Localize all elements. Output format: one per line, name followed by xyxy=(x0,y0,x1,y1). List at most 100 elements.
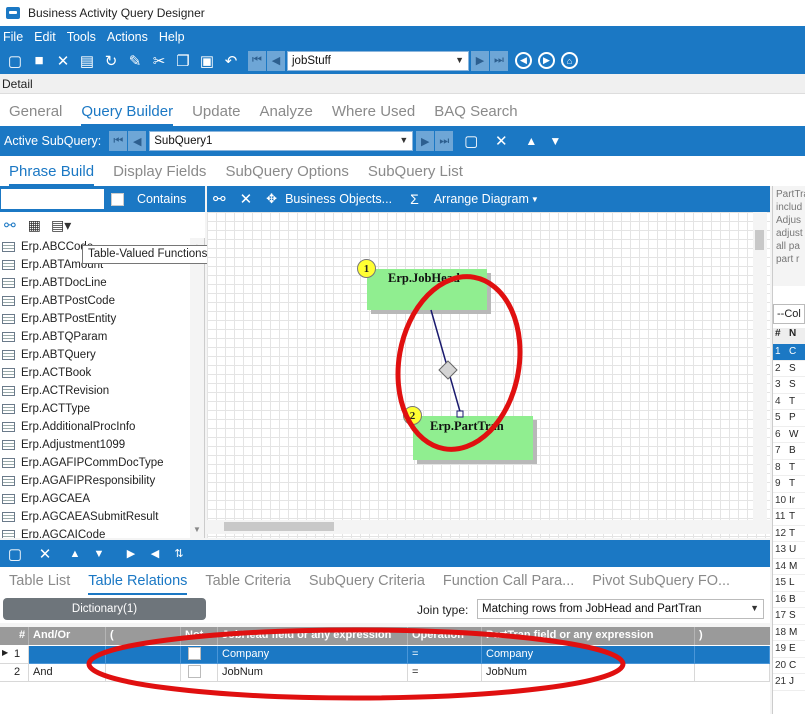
tab-subquery-options[interactable]: SubQuery Options xyxy=(225,163,348,186)
column-grid-row[interactable]: 10 Ir xyxy=(773,493,805,509)
tab-table-list[interactable]: Table List xyxy=(9,573,70,595)
move-up-icon[interactable]: ▲ xyxy=(520,130,542,152)
list-item[interactable]: Erp.AGAFIPResponsibility xyxy=(0,472,190,490)
tab-analyze[interactable]: Analyze xyxy=(259,103,312,126)
column-grid-row[interactable]: 11 T xyxy=(773,509,805,526)
column-grid-row[interactable]: 6W xyxy=(773,427,805,443)
delete-icon[interactable]: ✕ xyxy=(240,190,253,208)
clear-icon[interactable]: ✎ xyxy=(124,50,146,72)
last-subquery-icon[interactable]: ⏭ xyxy=(435,131,454,151)
tab-pivot-subquery[interactable]: Pivot SubQuery FO... xyxy=(592,573,730,595)
menu-tools[interactable]: Tools xyxy=(67,30,96,44)
diagram-vscrollbar[interactable] xyxy=(753,212,767,520)
prev-record-icon[interactable]: ◀ xyxy=(267,50,285,71)
undo-icon[interactable]: ↶ xyxy=(220,50,242,72)
tab-phrase-build[interactable]: Phrase Build xyxy=(9,163,95,186)
column-grid-row[interactable]: 9T xyxy=(773,476,805,493)
clipboard-icon[interactable]: ▤ xyxy=(76,50,98,72)
tab-baq-search[interactable]: BAQ Search xyxy=(434,103,517,126)
table-valued-functions-icon[interactable]: ▤▾ xyxy=(51,217,71,234)
paste-icon[interactable]: ▣ xyxy=(196,50,218,72)
column-grid-row[interactable]: 5P xyxy=(773,410,805,427)
column-grid-row[interactable]: 8T xyxy=(773,460,805,476)
indent-icon[interactable]: ▶ xyxy=(120,543,142,565)
list-item[interactable]: Erp.AdditionalProcInfo xyxy=(0,418,190,436)
diagram-canvas[interactable]: Erp.JobHead 1 Erp.PartTran 2 xyxy=(207,212,770,538)
next-record-icon[interactable]: ▶ xyxy=(471,50,489,71)
tab-query-builder[interactable]: Query Builder xyxy=(81,103,174,126)
menu-help[interactable]: Help xyxy=(159,30,185,44)
link-icon[interactable]: ⚯ xyxy=(4,217,16,234)
arrange-diagram-button[interactable]: Arrange Diagram xyxy=(434,192,529,206)
forward-icon[interactable]: ▶ xyxy=(538,52,555,69)
new-icon[interactable]: ▢ xyxy=(4,50,26,72)
move-down-icon[interactable]: ▼ xyxy=(544,130,566,152)
new-relation-icon[interactable]: ▢ xyxy=(4,543,26,565)
record-combo[interactable]: jobStuff ▼ xyxy=(287,50,469,71)
prev-subquery-icon[interactable]: ◀ xyxy=(128,131,147,151)
column-grid-row[interactable]: 4T xyxy=(773,394,805,410)
list-item[interactable]: Erp.Adjustment1099 xyxy=(0,436,190,454)
column-grid-row[interactable]: 2S xyxy=(773,361,805,377)
list-item[interactable]: Erp.AGCAEASubmitResult xyxy=(0,508,190,526)
list-item[interactable]: Erp.AGCAEA xyxy=(0,490,190,508)
list-item[interactable]: Erp.ABTPostEntity xyxy=(0,310,190,328)
column-grid-row[interactable]: 12 T xyxy=(773,526,805,542)
menu-edit[interactable]: Edit xyxy=(34,30,56,44)
column-grid-row[interactable]: 7B xyxy=(773,443,805,460)
list-item[interactable]: Erp.AGCAICode xyxy=(0,526,190,538)
list-item[interactable]: Erp.ACTRevision xyxy=(0,382,190,400)
business-objects-button[interactable]: Business Objects... xyxy=(285,192,392,206)
table-search-input[interactable] xyxy=(1,189,104,209)
tab-general[interactable]: General xyxy=(9,103,62,126)
move-up-icon[interactable]: ▲ xyxy=(64,543,86,565)
tab-where-used[interactable]: Where Used xyxy=(332,103,415,126)
column-grid-row[interactable]: 21 J xyxy=(773,674,805,691)
column-filter-combo[interactable]: --Col xyxy=(773,304,805,324)
diagram-hscrollbar[interactable] xyxy=(207,520,770,534)
tab-table-criteria[interactable]: Table Criteria xyxy=(205,573,290,595)
column-grid-row[interactable]: 3S xyxy=(773,377,805,394)
delete-subquery-icon[interactable]: ✕ xyxy=(490,130,512,152)
column-grid-row[interactable]: 19 E xyxy=(773,641,805,658)
list-item[interactable]: Erp.ABTDocLine xyxy=(0,274,190,292)
delete-relation-icon[interactable]: ✕ xyxy=(34,543,56,565)
link-icon[interactable]: ⚯ xyxy=(213,190,226,208)
scroll-thumb[interactable] xyxy=(755,230,764,250)
scroll-thumb[interactable] xyxy=(224,522,334,531)
list-item[interactable]: Erp.ABTPostCode xyxy=(0,292,190,310)
contains-checkbox[interactable] xyxy=(111,192,124,206)
tab-subquery-list[interactable]: SubQuery List xyxy=(368,163,463,186)
last-record-icon[interactable]: ⏭ xyxy=(490,50,508,71)
tab-display-fields[interactable]: Display Fields xyxy=(113,163,206,186)
list-item[interactable]: Erp.ABTQParam xyxy=(0,328,190,346)
first-subquery-icon[interactable]: ⏮ xyxy=(109,131,128,151)
list-item[interactable]: Erp.ACTBook xyxy=(0,364,190,382)
copy-icon[interactable]: ❐ xyxy=(172,50,194,72)
tab-function-call-params[interactable]: Function Call Para... xyxy=(443,573,574,595)
table-icon[interactable]: ▦ xyxy=(28,217,41,234)
sigma-button[interactable]: Σ xyxy=(410,191,419,207)
column-grid-row[interactable]: 13 U xyxy=(773,542,805,559)
menu-file[interactable]: File xyxy=(3,30,23,44)
first-record-icon[interactable]: ⏮ xyxy=(248,50,266,71)
tab-table-relations[interactable]: Table Relations xyxy=(88,573,188,595)
home-icon[interactable]: ⌂ xyxy=(561,52,578,69)
column-grid-row[interactable]: 14 M xyxy=(773,559,805,575)
new-subquery-icon[interactable]: ▢ xyxy=(460,130,482,152)
column-grid-row[interactable]: 15 L xyxy=(773,575,805,592)
refresh-icon[interactable]: ↻ xyxy=(100,50,122,72)
back-icon[interactable]: ◀ xyxy=(515,52,532,69)
tab-subquery-criteria[interactable]: SubQuery Criteria xyxy=(309,573,425,595)
scroll-down-icon[interactable]: ▼ xyxy=(193,525,201,534)
cut-icon[interactable]: ✂ xyxy=(148,50,170,72)
column-grid-row[interactable]: 20 C xyxy=(773,658,805,674)
move-down-icon[interactable]: ▼ xyxy=(88,543,110,565)
list-item[interactable]: Erp.ABTQuery xyxy=(0,346,190,364)
next-subquery-icon[interactable]: ▶ xyxy=(416,131,435,151)
menu-actions[interactable]: Actions xyxy=(107,30,148,44)
business-objects-icon[interactable]: ✥ xyxy=(266,191,277,207)
column-grid-row[interactable]: 17 S xyxy=(773,608,805,625)
save-icon[interactable]: ■ xyxy=(28,50,50,72)
column-grid-row[interactable]: 18 M xyxy=(773,625,805,641)
